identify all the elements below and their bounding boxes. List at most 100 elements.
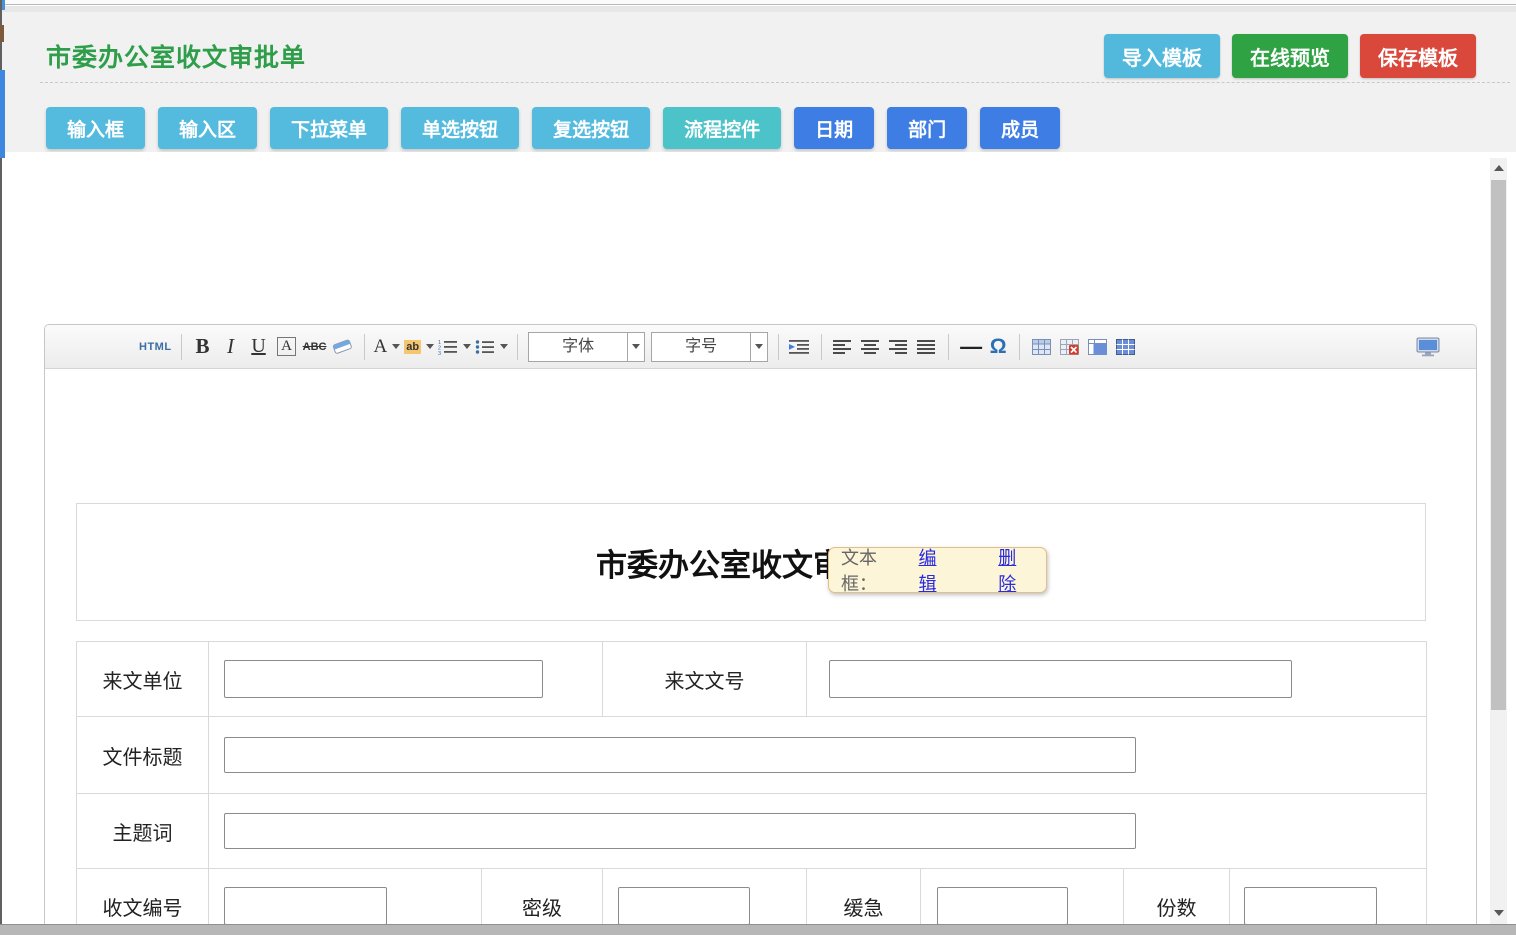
cell-doc-title bbox=[209, 717, 1427, 794]
bullet-list-icon bbox=[475, 339, 495, 355]
horizontal-rule-button[interactable]: — bbox=[958, 332, 982, 362]
align-left-button[interactable] bbox=[831, 332, 855, 362]
table-row: 文件标题 bbox=[77, 717, 1427, 794]
toolbar-separator bbox=[948, 334, 949, 360]
window-top-strip-2 bbox=[0, 6, 1516, 12]
doc-title-input[interactable] bbox=[224, 737, 1136, 773]
font-color-button[interactable]: A bbox=[374, 332, 401, 362]
svg-text:3: 3 bbox=[438, 351, 441, 355]
align-center-button[interactable] bbox=[859, 332, 883, 362]
font-family-arrow[interactable] bbox=[627, 333, 644, 361]
align-left-icon bbox=[833, 339, 853, 355]
tooltip-delete-link[interactable]: 删除 bbox=[998, 544, 1034, 596]
tooltip-edit-link[interactable]: 编辑 bbox=[919, 544, 955, 596]
fullscreen-monitor-icon bbox=[1416, 337, 1440, 357]
font-size-arrow[interactable] bbox=[750, 333, 767, 361]
align-right-button[interactable] bbox=[887, 332, 911, 362]
editor-toolbar: HTML B I U A ABC A ab bbox=[45, 325, 1476, 369]
scrollbar-down-button[interactable] bbox=[1490, 906, 1507, 920]
label-ref-number: 来文文号 bbox=[603, 642, 807, 717]
italic-button[interactable]: I bbox=[219, 332, 243, 362]
subject-words-input[interactable] bbox=[224, 813, 1136, 849]
copies-input[interactable] bbox=[1244, 887, 1377, 925]
table-icon bbox=[1032, 339, 1051, 355]
special-char-button[interactable]: Ω bbox=[986, 332, 1010, 362]
table-props-button[interactable] bbox=[1113, 332, 1137, 362]
label-doc-title: 文件标题 bbox=[77, 717, 209, 794]
header-divider bbox=[40, 82, 1510, 83]
widget-flow-control-button[interactable]: 流程控件 bbox=[663, 107, 781, 149]
label-incoming-unit: 来文单位 bbox=[77, 642, 209, 717]
font-color-a-icon: A bbox=[374, 336, 388, 358]
widget-radio-button[interactable]: 单选按钮 bbox=[401, 107, 519, 149]
toolbar-separator bbox=[778, 334, 779, 360]
bold-button[interactable]: B bbox=[191, 332, 215, 362]
indent-icon bbox=[789, 339, 811, 355]
font-family-value: 字体 bbox=[529, 333, 627, 361]
tooltip-label: 文本框： bbox=[841, 544, 913, 596]
widget-date-button[interactable]: 日期 bbox=[794, 107, 874, 149]
online-preview-button[interactable]: 在线预览 bbox=[1232, 34, 1348, 78]
justify-button[interactable] bbox=[915, 332, 939, 362]
textbox-tooltip: 文本框： 编辑 删除 bbox=[828, 547, 1047, 593]
window-top-strip bbox=[0, 0, 1516, 5]
underline-button[interactable]: U bbox=[247, 332, 271, 362]
strikethrough-button[interactable]: ABC bbox=[303, 332, 327, 362]
toolbar-separator bbox=[181, 334, 182, 360]
cell-subject-words bbox=[209, 794, 1427, 869]
highlight-ab-icon: ab bbox=[404, 340, 421, 354]
toolbar-separator bbox=[517, 334, 518, 360]
widget-textarea-button[interactable]: 输入区 bbox=[158, 107, 257, 149]
merge-cells-icon bbox=[1088, 339, 1107, 355]
merge-cells-button[interactable] bbox=[1085, 332, 1109, 362]
fullscreen-button[interactable] bbox=[1416, 332, 1440, 362]
arrow-up-icon bbox=[1494, 165, 1504, 171]
toolbar-separator bbox=[1019, 334, 1020, 360]
scrollbar-up-button[interactable] bbox=[1490, 161, 1507, 175]
window-bottom-bar bbox=[0, 924, 1516, 935]
widget-input-box-button[interactable]: 输入框 bbox=[46, 107, 145, 149]
scrollbar-thumb[interactable] bbox=[1491, 180, 1506, 710]
receipt-number-input[interactable] bbox=[224, 887, 387, 925]
urgency-input[interactable] bbox=[937, 887, 1068, 925]
label-subject-words: 主题词 bbox=[77, 794, 209, 869]
source-code-button[interactable]: HTML bbox=[139, 332, 172, 362]
indent-button[interactable] bbox=[788, 332, 812, 362]
import-template-button[interactable]: 导入模板 bbox=[1104, 34, 1220, 78]
form-title-box: 市委办公室收文审批单 bbox=[76, 503, 1426, 621]
font-size-select[interactable]: 字号 bbox=[651, 332, 768, 362]
bullet-list-button[interactable] bbox=[475, 332, 508, 362]
rich-text-editor: HTML B I U A ABC A ab bbox=[44, 324, 1477, 935]
char-border-button[interactable]: A bbox=[275, 332, 299, 362]
chevron-down-icon bbox=[463, 344, 471, 349]
main-panel: HTML B I U A ABC A ab bbox=[0, 152, 1516, 935]
cell-ref-number bbox=[807, 642, 1427, 717]
form-table: 来文单位 来文文号 文件标题 主题词 bbox=[76, 641, 1427, 935]
font-family-select[interactable]: 字体 bbox=[528, 332, 645, 362]
ordered-list-button[interactable]: 1 2 3 bbox=[438, 332, 471, 362]
incoming-unit-input[interactable] bbox=[224, 660, 543, 698]
insert-table-button[interactable] bbox=[1029, 332, 1053, 362]
editor-content[interactable]: 市委办公室收文审批单 来文单位 来文文号 bbox=[45, 370, 1476, 935]
ref-number-input[interactable] bbox=[829, 660, 1292, 698]
save-template-button[interactable]: 保存模板 bbox=[1360, 34, 1476, 78]
widget-dropdown-button[interactable]: 下拉菜单 bbox=[270, 107, 388, 149]
widget-checkbox-button[interactable]: 复选按钮 bbox=[532, 107, 650, 149]
delete-table-button[interactable] bbox=[1057, 332, 1081, 362]
vertical-scrollbar[interactable] bbox=[1490, 158, 1507, 924]
chevron-down-icon bbox=[426, 344, 434, 349]
widget-member-button[interactable]: 成员 bbox=[980, 107, 1060, 149]
delete-table-icon bbox=[1060, 339, 1079, 355]
table-row: 主题词 bbox=[77, 794, 1427, 869]
widget-toolbar: 输入框 输入区 下拉菜单 单选按钮 复选按钮 流程控件 日期 部门 成员 bbox=[46, 107, 1060, 149]
secret-level-input[interactable] bbox=[618, 887, 750, 925]
left-edge-panel-sliver bbox=[0, 70, 5, 158]
justify-icon bbox=[917, 339, 937, 355]
highlight-color-button[interactable]: ab bbox=[404, 332, 434, 362]
chevron-down-icon bbox=[755, 344, 763, 349]
left-edge-artifact bbox=[0, 25, 4, 42]
align-right-icon bbox=[889, 339, 909, 355]
remove-format-button[interactable] bbox=[331, 332, 355, 362]
cell-incoming-unit bbox=[209, 642, 603, 717]
widget-department-button[interactable]: 部门 bbox=[887, 107, 967, 149]
